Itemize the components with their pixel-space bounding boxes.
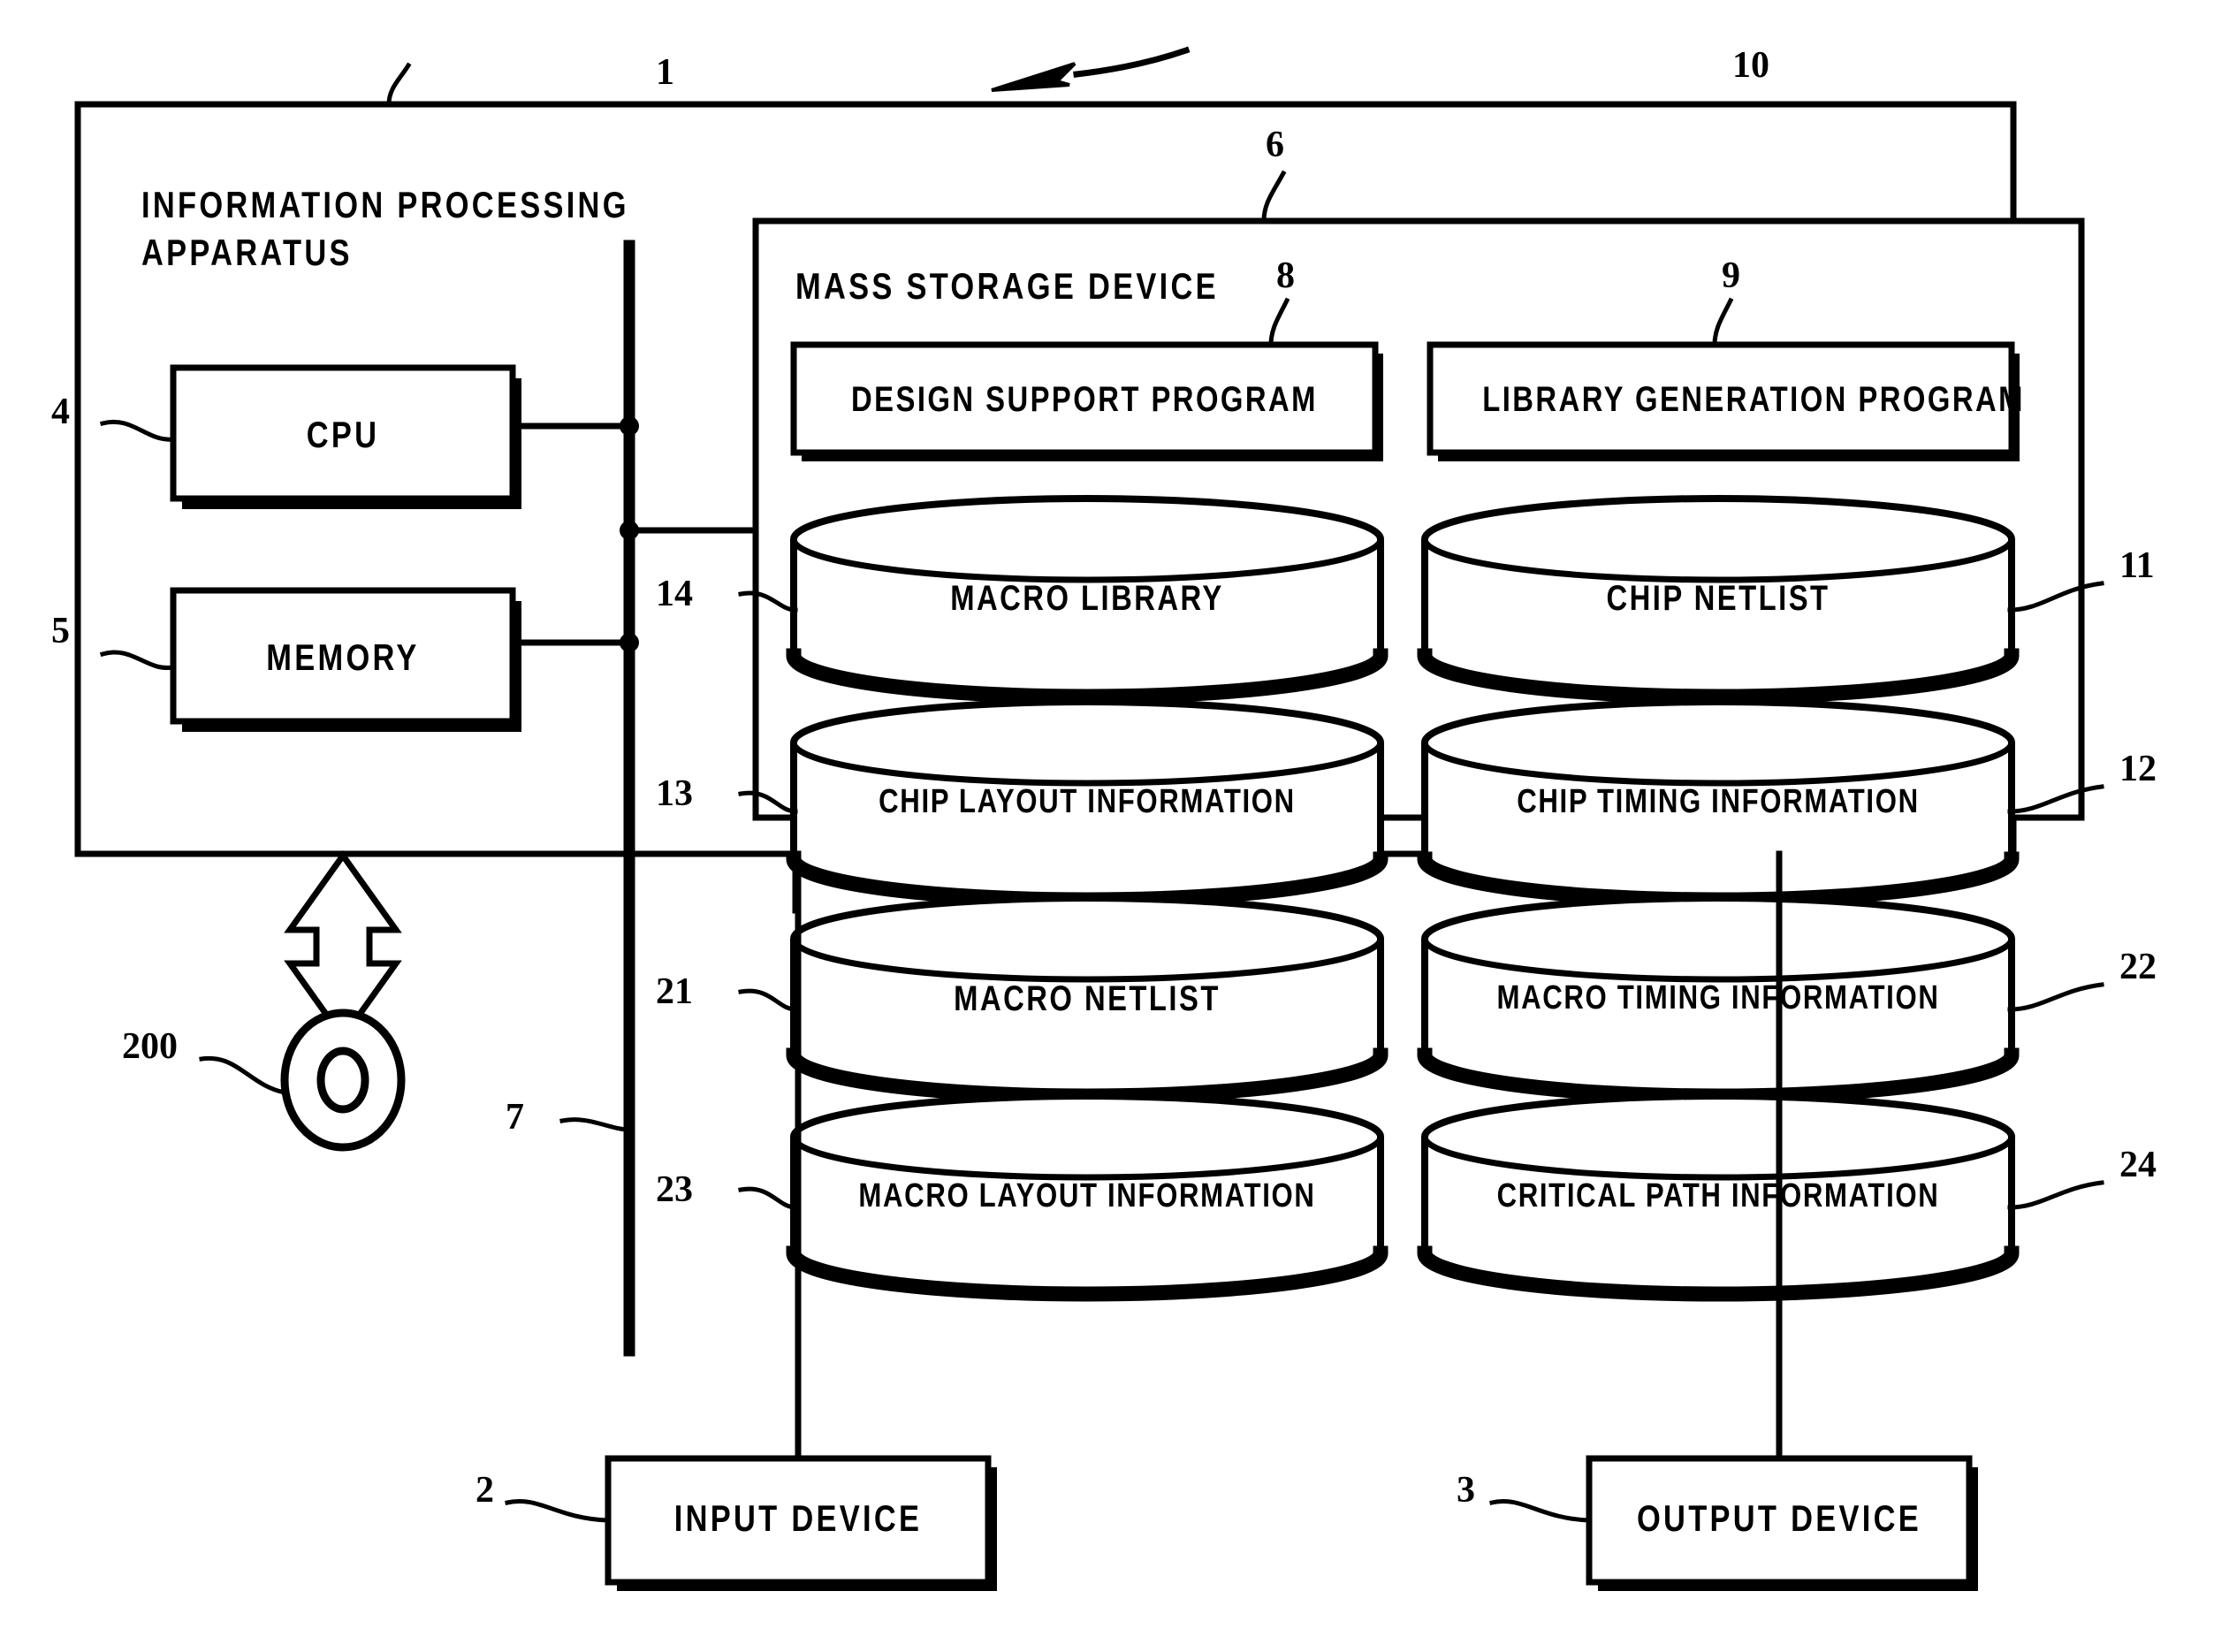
ref-200: 200	[122, 1026, 178, 1067]
ref-7: 7	[506, 1097, 524, 1138]
memory-bus-junction	[620, 633, 639, 652]
leader-24	[2007, 1180, 2104, 1210]
leader-10-arrowhead	[991, 62, 1077, 92]
apparatus-title-line2: APPARATUS	[141, 232, 353, 273]
chip-netlist-label: CHIP NETLIST	[1606, 579, 1830, 618]
patent-figure: INFORMATION PROCESSING APPARATUS 1 10 6 …	[0, 0, 2214, 1652]
ref-22: 22	[2119, 947, 2157, 987]
macro-timing-information-label: MACRO TIMING INFORMATION	[1496, 979, 1940, 1016]
ref-1: 1	[656, 52, 674, 93]
ref-24: 24	[2119, 1145, 2157, 1185]
cpu-bus-junction	[620, 416, 639, 436]
macro-library-label: MACRO LIBRARY	[950, 579, 1224, 618]
ref-3: 3	[1457, 1470, 1475, 1511]
ref-4: 4	[51, 392, 70, 432]
ref-14: 14	[656, 574, 693, 614]
leader-1	[386, 62, 412, 107]
ref-9: 9	[1722, 255, 1740, 296]
input-device-label: INPUT DEVICE	[673, 1497, 923, 1539]
ref-6: 6	[1266, 125, 1284, 165]
leader-2	[505, 1499, 611, 1523]
leader-200	[199, 1055, 287, 1095]
output-device-label: OUTPUT DEVICE	[1636, 1497, 1922, 1539]
memory-label: MEMORY	[266, 636, 420, 678]
chip-timing-information-label: CHIP TIMING INFORMATION	[1517, 783, 1920, 820]
macro-layout-information-label: MACRO LAYOUT INFORMATION	[858, 1177, 1316, 1214]
leader-7	[559, 1117, 632, 1132]
leader-5	[99, 650, 176, 671]
ref-23: 23	[656, 1169, 693, 1210]
design-support-program-label: DESIGN SUPPORT PROGRAM	[851, 380, 1318, 419]
bus-storage-junction	[620, 521, 639, 540]
mass-storage-device-label: MASS STORAGE DEVICE	[795, 265, 1219, 307]
leader-4	[99, 419, 176, 442]
leader-22	[2007, 982, 2104, 1012]
optical-disc-hole	[316, 1047, 369, 1114]
critical-path-information-label: CRITICAL PATH INFORMATION	[1496, 1177, 1940, 1214]
ref-13: 13	[656, 773, 693, 814]
ref-21: 21	[656, 971, 693, 1012]
apparatus-title-line1: INFORMATION PROCESSING	[141, 184, 629, 225]
leader-6	[1261, 170, 1287, 224]
ref-11: 11	[2119, 545, 2155, 586]
ref-8: 8	[1276, 255, 1295, 296]
leader-23	[738, 1186, 798, 1210]
leader-3	[1488, 1499, 1592, 1523]
ref-12: 12	[2119, 749, 2157, 789]
macro-netlist-label: MACRO NETLIST	[954, 979, 1221, 1018]
ref-10: 10	[1732, 45, 1769, 86]
leader-21	[738, 988, 798, 1012]
ref-5: 5	[51, 611, 70, 651]
library-generation-program-label: LIBRARY GENERATION PROGRAM	[1482, 380, 2025, 419]
leader-10-line	[1073, 46, 1191, 78]
cpu-label: CPU	[306, 414, 380, 455]
chip-layout-information-label: CHIP LAYOUT INFORMATION	[879, 783, 1296, 820]
ref-2: 2	[476, 1470, 494, 1511]
